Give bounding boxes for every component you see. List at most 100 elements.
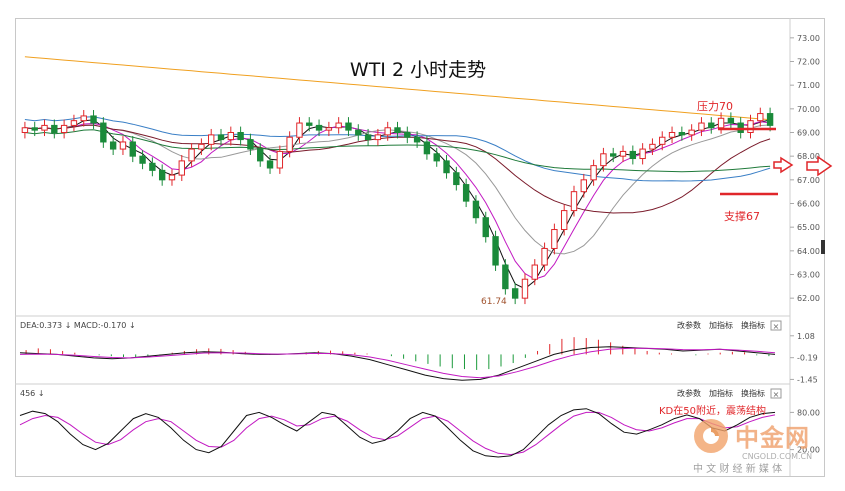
candle-body: [727, 117, 735, 124]
scroll-handle[interactable]: [821, 240, 825, 254]
candle-body: [217, 134, 225, 141]
macd-tick-label: -0.19: [797, 354, 818, 363]
price-tick-label: 68.00: [797, 152, 820, 161]
macd-dif-line: [19, 346, 776, 381]
arrow-right-icon: [773, 156, 794, 174]
candle-body: [413, 136, 421, 143]
macd-axis-ticks: 1.08 -0.19 -1.45: [790, 332, 818, 384]
candle-body: [60, 124, 68, 134]
resistance-label: 压力70: [697, 100, 733, 113]
candle-body: [286, 136, 293, 152]
kd-button-switch[interactable]: 换指标: [741, 388, 765, 398]
candle-body: [247, 139, 254, 150]
candle-body: [100, 122, 107, 143]
candle-body: [462, 184, 470, 202]
macd-button-params[interactable]: 改参数: [677, 320, 701, 330]
candle-body: [433, 153, 440, 162]
price-tick-label: 66.00: [797, 200, 820, 209]
candle-body: [257, 148, 264, 162]
price-tick-label: 63.00: [797, 271, 820, 280]
candle-body: [482, 217, 489, 238]
macd-header: DEA:0.373 ↓ MACD:-0.170 ↓: [20, 321, 136, 330]
candle-body: [188, 148, 195, 162]
price-tick-label: 69.00: [797, 129, 820, 138]
candle-body: [404, 132, 411, 138]
macd-tick-label: -1.45: [797, 375, 818, 384]
price-tick-label: 73.00: [797, 34, 820, 43]
candle-body: [315, 124, 323, 131]
price-tick-label: 67.00: [797, 176, 820, 185]
kd-tick-label: 80.00: [797, 408, 820, 417]
candle-body: [21, 127, 29, 134]
macd-panel: DEA:0.373 ↓ MACD:-0.170 ↓ 改参数 加指标 换指标 × …: [19, 320, 818, 384]
candle-body: [276, 150, 284, 169]
candle-body: [610, 153, 617, 157]
candle-body: [423, 141, 431, 155]
macd-close-icon[interactable]: ×: [773, 322, 780, 331]
candle-body: [168, 174, 176, 181]
candle-body: [766, 113, 774, 126]
candle-body: [90, 115, 97, 124]
watermark-name: 中金网: [735, 424, 810, 452]
candle-body: [619, 150, 627, 157]
candle-body: [149, 162, 156, 171]
ma-line-10: [24, 124, 771, 255]
candle-body: [31, 127, 38, 131]
low-price-label: 61.74: [481, 297, 507, 307]
kd-close-icon[interactable]: ×: [773, 390, 780, 399]
candle-body: [227, 132, 235, 141]
candle-body: [560, 210, 568, 231]
candle-body: [531, 264, 538, 280]
candle-body: [158, 169, 166, 181]
candle-body: [511, 288, 519, 299]
candle-body: [453, 172, 460, 186]
macd-lines: [19, 346, 776, 381]
price-tick-label: 65.00: [797, 223, 820, 232]
candle-body: [119, 141, 127, 150]
macd-button-switch[interactable]: 换指标: [741, 320, 765, 330]
macd-dea-line: [19, 347, 776, 379]
candle-body: [492, 236, 499, 266]
watermark: 中金网 CNGOLD.COM.CN 中 文 财 经 新 媒 体: [693, 419, 812, 475]
candle-body: [747, 120, 754, 133]
candlesticks: [21, 107, 774, 305]
moving-average-lines: [24, 56, 771, 290]
kd-annotation: KD在50附近，震荡结构: [659, 404, 766, 417]
candle-body: [364, 134, 372, 141]
candle-body: [80, 115, 87, 122]
candle-body: [129, 141, 136, 157]
candle-body: [590, 165, 597, 181]
candle-body: [237, 132, 244, 141]
macd-histogram: [25, 337, 770, 370]
kd-button-add[interactable]: 加指标: [709, 388, 733, 398]
candle-body: [600, 153, 607, 167]
support-label: 支撑67: [724, 209, 760, 223]
candle-body: [521, 278, 529, 299]
candle-body: [394, 127, 401, 134]
candle-body: [570, 191, 578, 212]
candle-body: [580, 179, 587, 193]
candle-body: [551, 229, 558, 249]
candle-body: [688, 129, 695, 136]
candle-body: [266, 160, 274, 169]
kd-button-params[interactable]: 改参数: [677, 388, 701, 398]
price-tick-label: 71.00: [797, 81, 820, 90]
watermark-url: CNGOLD.COM.CN: [742, 452, 812, 461]
candle-body: [629, 150, 637, 160]
candle-body: [178, 160, 185, 176]
price-tick-label: 62.00: [797, 294, 820, 303]
watermark-slogan: 中 文 财 经 新 媒 体: [693, 462, 782, 475]
candle-body: [384, 127, 391, 136]
candle-body: [639, 148, 646, 160]
price-tick-label: 64.00: [797, 247, 820, 256]
candle-body: [325, 127, 333, 131]
candle-body: [659, 136, 666, 145]
chart-title: WTI 2 小时走势: [350, 59, 486, 81]
macd-button-add[interactable]: 加指标: [709, 320, 733, 330]
chart-root: WTI 2 小时走势 73.00 72.00 71.00 70.00 69.00 68.0…: [0, 0, 845, 487]
candle-body: [208, 134, 215, 145]
candle-body: [649, 143, 656, 150]
price-tick-label: 72.00: [797, 58, 820, 67]
chart-svg: WTI 2 小时走势 73.00 72.00 71.00 70.00 69.00 68.0…: [15, 18, 833, 477]
candle-body: [306, 122, 313, 126]
